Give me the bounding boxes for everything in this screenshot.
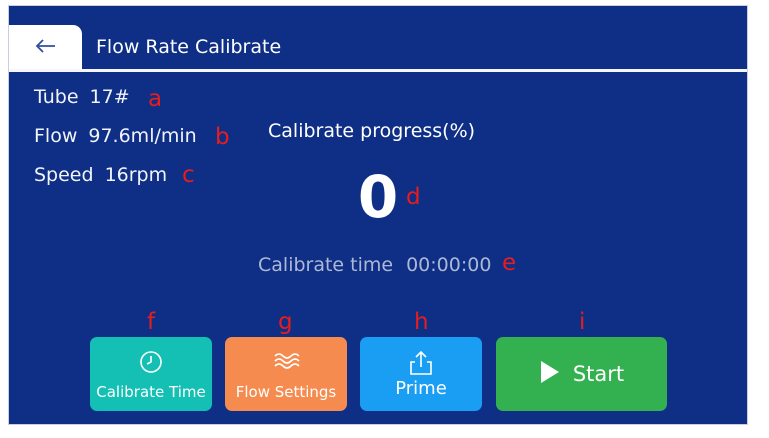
arrow-left-icon	[35, 38, 57, 58]
calibrate-time-button[interactable]: Calibrate Time	[90, 337, 212, 411]
device-screen: Flow Rate Calibrate Tube 17# Flow 97.6ml/m…	[8, 5, 748, 425]
start-button[interactable]: Start	[496, 337, 667, 411]
progress-value: 0	[357, 163, 399, 231]
marker-a: a	[148, 86, 163, 112]
marker-g: g	[278, 309, 293, 335]
flow-row: Flow 97.6ml/min	[34, 125, 197, 147]
marker-h: h	[414, 309, 429, 335]
tube-row: Tube 17#	[34, 86, 130, 108]
clock-icon	[138, 349, 164, 379]
tube-label: Tube	[34, 86, 79, 108]
flow-settings-button-label: Flow Settings	[235, 383, 337, 401]
speed-value: 16rpm	[104, 164, 168, 186]
marker-e: e	[502, 250, 517, 276]
start-button-label: Start	[572, 362, 625, 386]
play-icon	[539, 359, 561, 389]
page-title: Flow Rate Calibrate	[96, 36, 282, 58]
header-bar: Flow Rate Calibrate	[9, 25, 747, 70]
calibrate-time-row: Calibrate time 00:00:00	[258, 254, 491, 276]
marker-f: f	[147, 309, 156, 335]
marker-i: i	[579, 309, 586, 335]
header-divider	[9, 69, 747, 72]
speed-row: Speed 16rpm	[34, 164, 167, 186]
marker-d: d	[406, 184, 421, 210]
calibrate-time-label: Calibrate time	[258, 254, 394, 276]
marker-c: c	[182, 162, 195, 188]
prime-button[interactable]: Prime	[360, 337, 482, 411]
prime-button-label: Prime	[395, 378, 447, 399]
flow-value: 97.6ml/min	[88, 125, 197, 147]
flow-settings-button[interactable]: Flow Settings	[225, 337, 347, 411]
calibrate-time-value: 00:00:00	[406, 254, 492, 276]
upload-icon	[407, 349, 435, 381]
waves-icon	[272, 349, 300, 377]
flow-label: Flow	[34, 125, 78, 147]
tube-value: 17#	[89, 86, 130, 108]
progress-title: Calibrate progress(%)	[268, 120, 476, 142]
speed-label: Speed	[34, 164, 94, 186]
back-button[interactable]	[9, 25, 82, 70]
calibrate-time-button-label: Calibrate Time	[96, 383, 206, 401]
marker-b: b	[215, 124, 230, 150]
